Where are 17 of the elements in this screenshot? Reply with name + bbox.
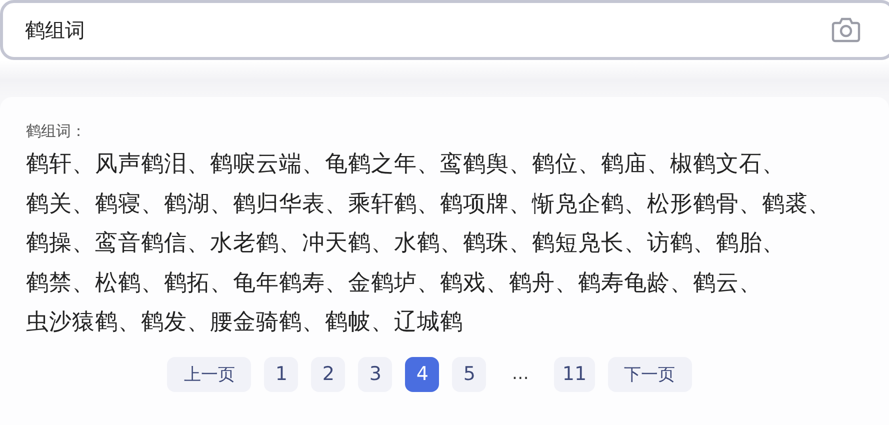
page-button[interactable]: 5 — [452, 356, 486, 392]
word-list-line: 鹤关、鹤寝、鹤湖、鹤归华表、乘轩鹤、鹤项牌、惭凫企鹤、松形鹤骨、鹤裘、 — [26, 190, 832, 218]
result-label: 鹤组词： — [26, 122, 87, 141]
search-field[interactable]: 鹤组词 — [0, 0, 889, 60]
word-list-line: 鹤禁、松鹤、鹤拓、龟年鹤寿、金鹤垆、鹤戏、鹤舟、鹤寿龟龄、鹤云、 — [26, 268, 763, 298]
page-button[interactable]: 2 — [311, 356, 346, 392]
ellipsis: … — [510, 363, 530, 386]
page-button[interactable]: 3 — [358, 356, 392, 392]
page-button[interactable]: 1 — [264, 356, 298, 392]
word-list-line: 鹤操、鸾音鹤信、水老鹤、冲天鹤、水鹤、鹤珠、鹤短凫长、访鹤、鹤胎、 — [26, 229, 786, 258]
page-button[interactable]: 4 — [405, 356, 440, 392]
camera-icon[interactable] — [831, 17, 861, 43]
word-list-line: 鹤轩、风声鹤泪、鹤唳云端、龟鹤之年、鸾鹤舆、鹤位、鹤庙、椒鹤文石、 — [26, 150, 786, 179]
previous-page-button[interactable]: 上一页 — [167, 356, 252, 392]
page-button[interactable]: 11 — [554, 356, 595, 392]
next-page-button[interactable]: 下一页 — [608, 356, 692, 392]
word-list-line: 虫沙猿鹤、鹤发、腰金骑鹤、鹤帔、辽城鹤 — [26, 308, 464, 337]
